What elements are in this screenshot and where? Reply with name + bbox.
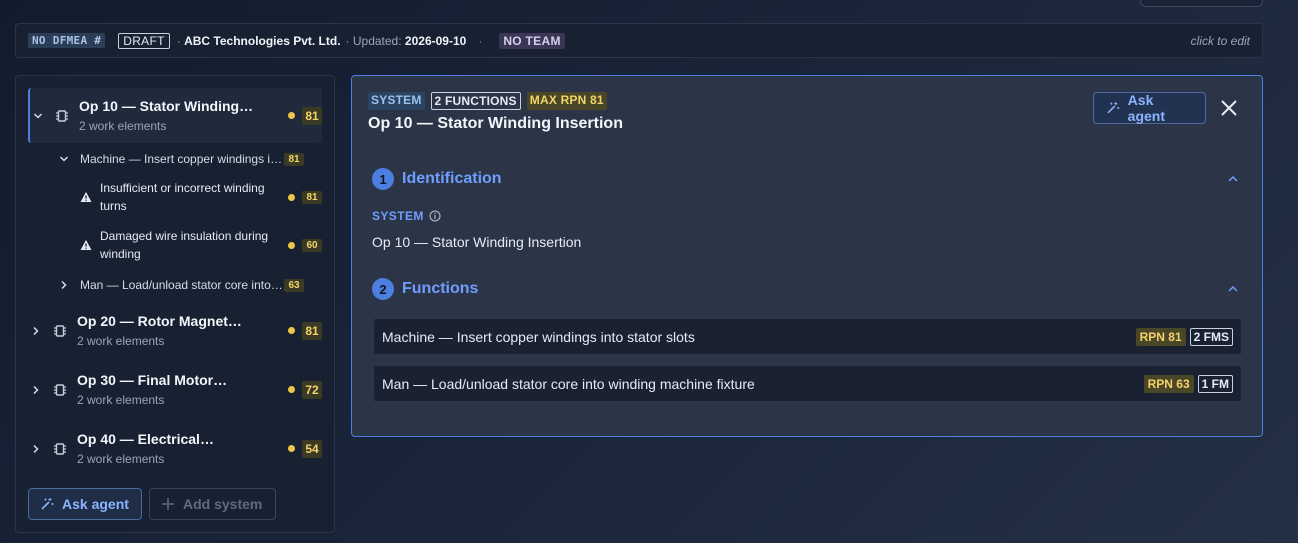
system-tree-panel: Op 10 — Stator Winding… 2 work elements … [15,75,335,533]
fm-count-badge: 2 FMS [1189,327,1233,346]
team-badge: NO TEAM [499,32,565,49]
system-title: Op 10 — Stator Winding… [79,98,254,114]
chevron-down-icon[interactable] [56,151,72,167]
rpn-badge: 54 [302,439,322,458]
type-badge: SYSTEM [368,92,425,110]
system-subtitle: 2 work elements [79,119,167,133]
rpn-status-dot [288,112,295,119]
system-title: Op 30 — Final Motor… [77,372,228,388]
updated-info: · Updated: 2026-09-10 [346,34,467,48]
functions-count-badge: 2 FUNCTIONS [430,92,521,110]
magic-wand-icon [1107,102,1120,114]
section-title: Identification [402,170,502,187]
function-card-label: Man — Load/unload stator core into windi… [382,375,755,392]
close-icon[interactable] [1219,98,1239,118]
tree-failure-mode[interactable]: Insufficient or incorrect winding turns … [80,177,322,217]
failure-mode-label: Insufficient or incorrect winding turns [100,181,265,213]
ask-agent-button[interactable]: Ask agent [28,488,142,520]
section-number: 1 [372,168,394,190]
updated-prefix: · Updated: [345,33,402,48]
tree-system-op30[interactable]: Op 30 — Final Motor… 2 work elements 72 [28,362,322,417]
function-label: Machine — Insert copper windings i… [80,152,283,166]
rpn-status-dot [288,327,295,334]
dfmea-header-bar[interactable]: NO DFMEA # DRAFT · ABC Technologies Pvt.… [15,23,1263,58]
function-label: Man — Load/unload stator core into… [80,278,283,292]
tree-system-op40[interactable]: Op 40 — Electrical… 2 work elements 54 [28,421,322,476]
system-field-value: Op 10 — Stator Winding Insertion [372,234,582,250]
fm-count-badge: 1 FM [1197,374,1233,393]
max-rpn-badge: MAX RPN 81 [526,92,607,110]
rpn-badge: RPN 63 [1143,374,1194,393]
ask-agent-label: Ask agent [1127,92,1166,124]
header-separator: · [478,33,483,48]
detail-ask-agent-button[interactable]: Ask agent [1093,92,1206,124]
system-detail-panel: SYSTEM 2 FUNCTIONS MAX RPN 81 Op 10 — St… [351,75,1263,437]
rpn-status-dot [288,193,295,201]
detail-badges: SYSTEM 2 FUNCTIONS MAX RPN 81 [368,92,607,110]
plus-icon [162,498,174,510]
chevron-up-icon[interactable] [1226,282,1240,296]
chevron-down-icon[interactable] [30,108,46,124]
company-name: ABC Technologies Pvt. Ltd. [184,33,341,48]
system-field-label: SYSTEM [372,209,441,223]
dfmea-number-tag: NO DFMEA # [28,33,106,48]
chip-icon [55,109,69,123]
company-info: · ABC Technologies Pvt. Ltd. [177,34,341,48]
tree-function-machine[interactable]: Machine — Insert copper windings i… 81 [56,147,322,171]
updated-date: 2026-09-10 [404,33,467,48]
top-toolbar-button[interactable] [1140,0,1263,7]
chip-icon [53,383,67,397]
system-title: Op 20 — Rotor Magnet… [77,313,242,329]
warning-icon [80,239,92,251]
section-number: 2 [372,278,394,300]
rpn-badge: 81 [284,152,304,166]
rpn-status-dot [288,445,295,452]
failure-mode-label: Damaged wire insulation during winding [100,229,269,261]
chip-icon [53,324,67,338]
add-system-label: Add system [183,496,263,512]
rpn-badge: 60 [302,238,322,252]
tree-function-man[interactable]: Man — Load/unload stator core into… 63 [56,273,322,297]
rpn-status-dot [288,241,295,249]
rpn-badge: RPN 81 [1135,327,1186,346]
section-functions-header[interactable]: 2 Functions [372,277,1240,301]
tree-failure-mode[interactable]: Damaged wire insulation during winding 6… [80,225,322,265]
chevron-right-icon[interactable] [28,323,44,339]
warning-icon [80,191,92,203]
system-subtitle: 2 work elements [77,393,165,407]
field-label-text: SYSTEM [372,209,424,223]
info-icon[interactable] [429,210,441,222]
status-badge: DRAFT [118,32,170,49]
function-card[interactable]: Man — Load/unload stator core into windi… [373,365,1242,402]
chip-icon [53,442,67,456]
chevron-right-icon[interactable] [28,441,44,457]
rpn-badge: 81 [302,106,322,125]
chevron-right-icon[interactable] [56,277,72,293]
system-subtitle: 2 work elements [77,334,165,348]
tree-system-op20[interactable]: Op 20 — Rotor Magnet… 2 work elements 81 [28,303,322,358]
tree-system-op10[interactable]: Op 10 — Stator Winding… 2 work elements … [28,88,322,143]
chevron-right-icon[interactable] [28,382,44,398]
section-identification-header[interactable]: 1 Identification [372,167,1240,191]
function-card[interactable]: Machine — Insert copper windings into st… [373,318,1242,355]
add-system-button[interactable]: Add system [149,488,276,520]
magic-wand-icon [41,498,54,510]
rpn-badge: 81 [302,190,322,204]
rpn-badge: 72 [302,380,322,399]
company-prefix: · [176,33,181,48]
detail-title: Op 10 — Stator Winding Insertion [368,115,623,132]
section-title: Functions [402,280,479,297]
rpn-status-dot [288,386,295,393]
system-title: Op 40 — Electrical… [77,431,214,447]
function-card-label: Machine — Insert copper windings into st… [382,328,695,345]
chevron-up-icon[interactable] [1226,172,1240,186]
rpn-badge: 63 [284,278,304,292]
rpn-badge: 81 [302,321,322,340]
edit-hint: click to edit [1190,33,1250,48]
system-subtitle: 2 work elements [77,452,165,466]
ask-agent-label: Ask agent [62,496,129,512]
